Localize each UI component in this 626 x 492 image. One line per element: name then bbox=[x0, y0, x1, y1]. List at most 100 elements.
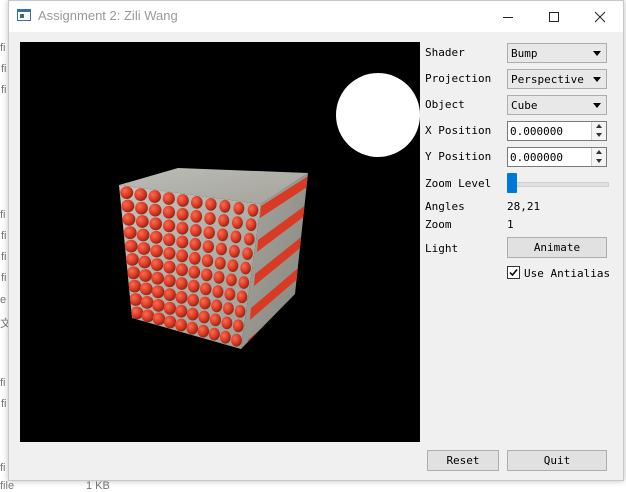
bump-dot bbox=[205, 198, 217, 211]
title-bar[interactable]: Assignment 2: Zili Wang bbox=[9, 1, 623, 32]
bg-fragment: e bbox=[0, 294, 7, 306]
bump-dot bbox=[148, 203, 162, 217]
bump-dot bbox=[189, 251, 201, 265]
bump-dot bbox=[198, 310, 210, 324]
maximize-button[interactable] bbox=[531, 1, 577, 32]
object-label: Object bbox=[425, 98, 465, 111]
bump-dot bbox=[163, 219, 176, 233]
object-value: Cube bbox=[511, 99, 538, 112]
bump-dot bbox=[134, 188, 148, 202]
bg-fragment: fi bbox=[0, 377, 6, 389]
bump-dot bbox=[150, 258, 164, 271]
zoom-level-slider-track[interactable] bbox=[507, 182, 609, 187]
bg-fragment: fi bbox=[1, 251, 7, 263]
bump-dot bbox=[197, 324, 209, 338]
bump-dot bbox=[245, 218, 257, 232]
bump-dot bbox=[202, 240, 214, 254]
chevron-down-icon bbox=[596, 133, 602, 137]
x-position-decrement[interactable] bbox=[592, 131, 606, 140]
bump-dot bbox=[125, 253, 139, 266]
bump-dot bbox=[148, 190, 161, 203]
animate-button[interactable]: Animate bbox=[507, 237, 607, 258]
y-position-spinbox[interactable] bbox=[507, 147, 607, 167]
x-position-input[interactable] bbox=[510, 124, 590, 138]
bump-dot bbox=[203, 226, 215, 240]
bump-dot bbox=[127, 266, 140, 280]
minimize-button[interactable] bbox=[485, 1, 531, 32]
bump-dot bbox=[211, 299, 223, 313]
bump-dot bbox=[175, 263, 188, 277]
bump-dot bbox=[231, 333, 242, 347]
bump-dot bbox=[175, 277, 188, 290]
bump-dot bbox=[141, 309, 155, 323]
bump-dot bbox=[226, 273, 237, 287]
bump-dot bbox=[176, 221, 189, 235]
window-title: Assignment 2: Zili Wang bbox=[38, 8, 178, 23]
bump-dot bbox=[208, 327, 220, 341]
bump-dot bbox=[176, 235, 189, 249]
bump-dot bbox=[176, 194, 189, 207]
bump-dot bbox=[201, 254, 214, 268]
bump-dot bbox=[163, 288, 176, 301]
bump-dot bbox=[151, 271, 164, 285]
y-position-label: Y Position bbox=[425, 150, 492, 163]
bump-dot bbox=[227, 259, 239, 272]
angles-value: 28,21 bbox=[507, 200, 541, 213]
gl-viewport[interactable] bbox=[20, 42, 420, 442]
bump-dot bbox=[213, 271, 225, 284]
antialias-label: Use Antialias bbox=[524, 267, 611, 280]
shader-value: Bump bbox=[511, 47, 538, 60]
maximize-icon bbox=[549, 11, 559, 22]
zoom-value: 1 bbox=[507, 218, 514, 231]
object-select[interactable]: Cube bbox=[507, 95, 607, 115]
bump-dot bbox=[233, 201, 245, 215]
bump-dot bbox=[151, 285, 165, 299]
chevron-down-icon bbox=[593, 51, 601, 56]
bump-dot bbox=[175, 318, 188, 332]
close-button[interactable] bbox=[577, 1, 623, 32]
bump-dot bbox=[128, 279, 142, 293]
bump-dot bbox=[214, 256, 226, 270]
bump-dot bbox=[201, 268, 213, 282]
projection-label: Projection bbox=[425, 72, 492, 85]
bump-dot bbox=[150, 244, 163, 258]
bg-fragment: fi bbox=[1, 398, 7, 410]
reset-button[interactable]: Reset bbox=[427, 450, 499, 471]
bg-fragment: fi bbox=[1, 63, 7, 75]
shader-label: Shader bbox=[425, 46, 465, 59]
bump-dot bbox=[223, 302, 234, 315]
bump-dot bbox=[233, 319, 244, 333]
bump-dot bbox=[242, 247, 253, 260]
app-icon bbox=[17, 9, 31, 21]
quit-button[interactable]: Quit bbox=[507, 450, 607, 471]
bump-dot bbox=[189, 237, 202, 251]
antialias-checkbox[interactable] bbox=[507, 266, 520, 279]
projection-select[interactable]: Perspective bbox=[507, 69, 607, 89]
x-position-label: X Position bbox=[425, 124, 492, 137]
light-source bbox=[336, 73, 420, 157]
x-position-spinbox[interactable] bbox=[507, 121, 607, 141]
bump-dot bbox=[139, 282, 153, 296]
y-position-input[interactable] bbox=[510, 150, 590, 164]
bump-dot bbox=[175, 304, 188, 318]
bump-dot bbox=[164, 315, 177, 329]
y-position-decrement[interactable] bbox=[592, 157, 606, 166]
zoom-level-slider-handle[interactable] bbox=[507, 173, 517, 193]
bump-dot bbox=[224, 287, 236, 301]
bump-dot bbox=[212, 285, 224, 298]
bump-dot bbox=[121, 199, 135, 213]
bump-dot bbox=[219, 199, 231, 213]
bump-dot bbox=[218, 214, 230, 227]
bump-dot bbox=[120, 186, 134, 200]
bump-dot bbox=[217, 228, 229, 242]
bump-dot bbox=[138, 255, 152, 269]
cube bbox=[119, 168, 308, 349]
bump-dot bbox=[140, 296, 154, 309]
bump-dot bbox=[244, 232, 255, 246]
bump-dot bbox=[139, 269, 152, 282]
bg-fragment: fi bbox=[1, 272, 7, 284]
chevron-down-icon bbox=[596, 159, 602, 163]
chevron-down-icon bbox=[593, 103, 601, 108]
shader-select[interactable]: Bump bbox=[507, 43, 607, 63]
bump-dot bbox=[210, 313, 221, 327]
